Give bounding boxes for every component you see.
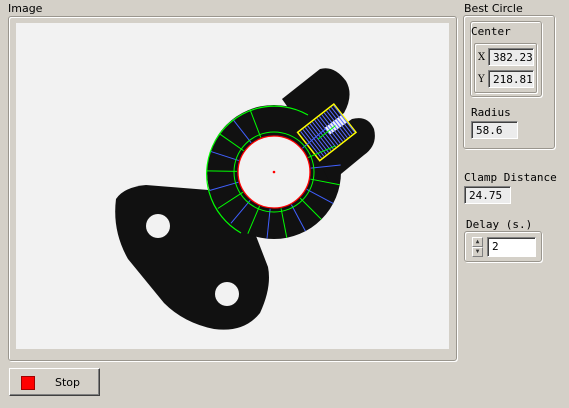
stop-button[interactable]: Stop <box>9 368 100 396</box>
clamp-distance-label: Clamp Distance <box>464 171 557 184</box>
center-y-field: 218.81 <box>488 70 534 88</box>
spin-down-icon[interactable]: ▼ <box>472 247 483 257</box>
inspection-image[interactable] <box>16 23 449 349</box>
clamp-distance-field: 24.75 <box>464 186 511 204</box>
measure-spoke <box>207 170 238 172</box>
center-title: Center <box>471 25 511 38</box>
center-x-label: X <box>478 52 486 63</box>
spin-up-icon[interactable]: ▲ <box>472 237 483 247</box>
radius-label: Radius <box>471 106 511 119</box>
best-circle-title: Best Circle <box>464 2 523 15</box>
image-panel-title: Image <box>8 2 43 15</box>
base-hole-top <box>146 214 170 238</box>
base-hole-bottom <box>215 282 239 306</box>
radius-field: 58.6 <box>471 121 518 139</box>
center-marker <box>272 170 276 174</box>
center-y-label: Y <box>478 74 485 85</box>
delay-label: Delay (s.) <box>466 218 533 231</box>
delay-spinner[interactable]: ▲ ▼ <box>472 237 484 258</box>
center-x-field: 382.23 <box>488 48 534 66</box>
delay-input[interactable]: 2 <box>487 237 536 257</box>
stop-button-label: Stop <box>55 376 81 389</box>
stop-square-icon <box>21 376 35 390</box>
